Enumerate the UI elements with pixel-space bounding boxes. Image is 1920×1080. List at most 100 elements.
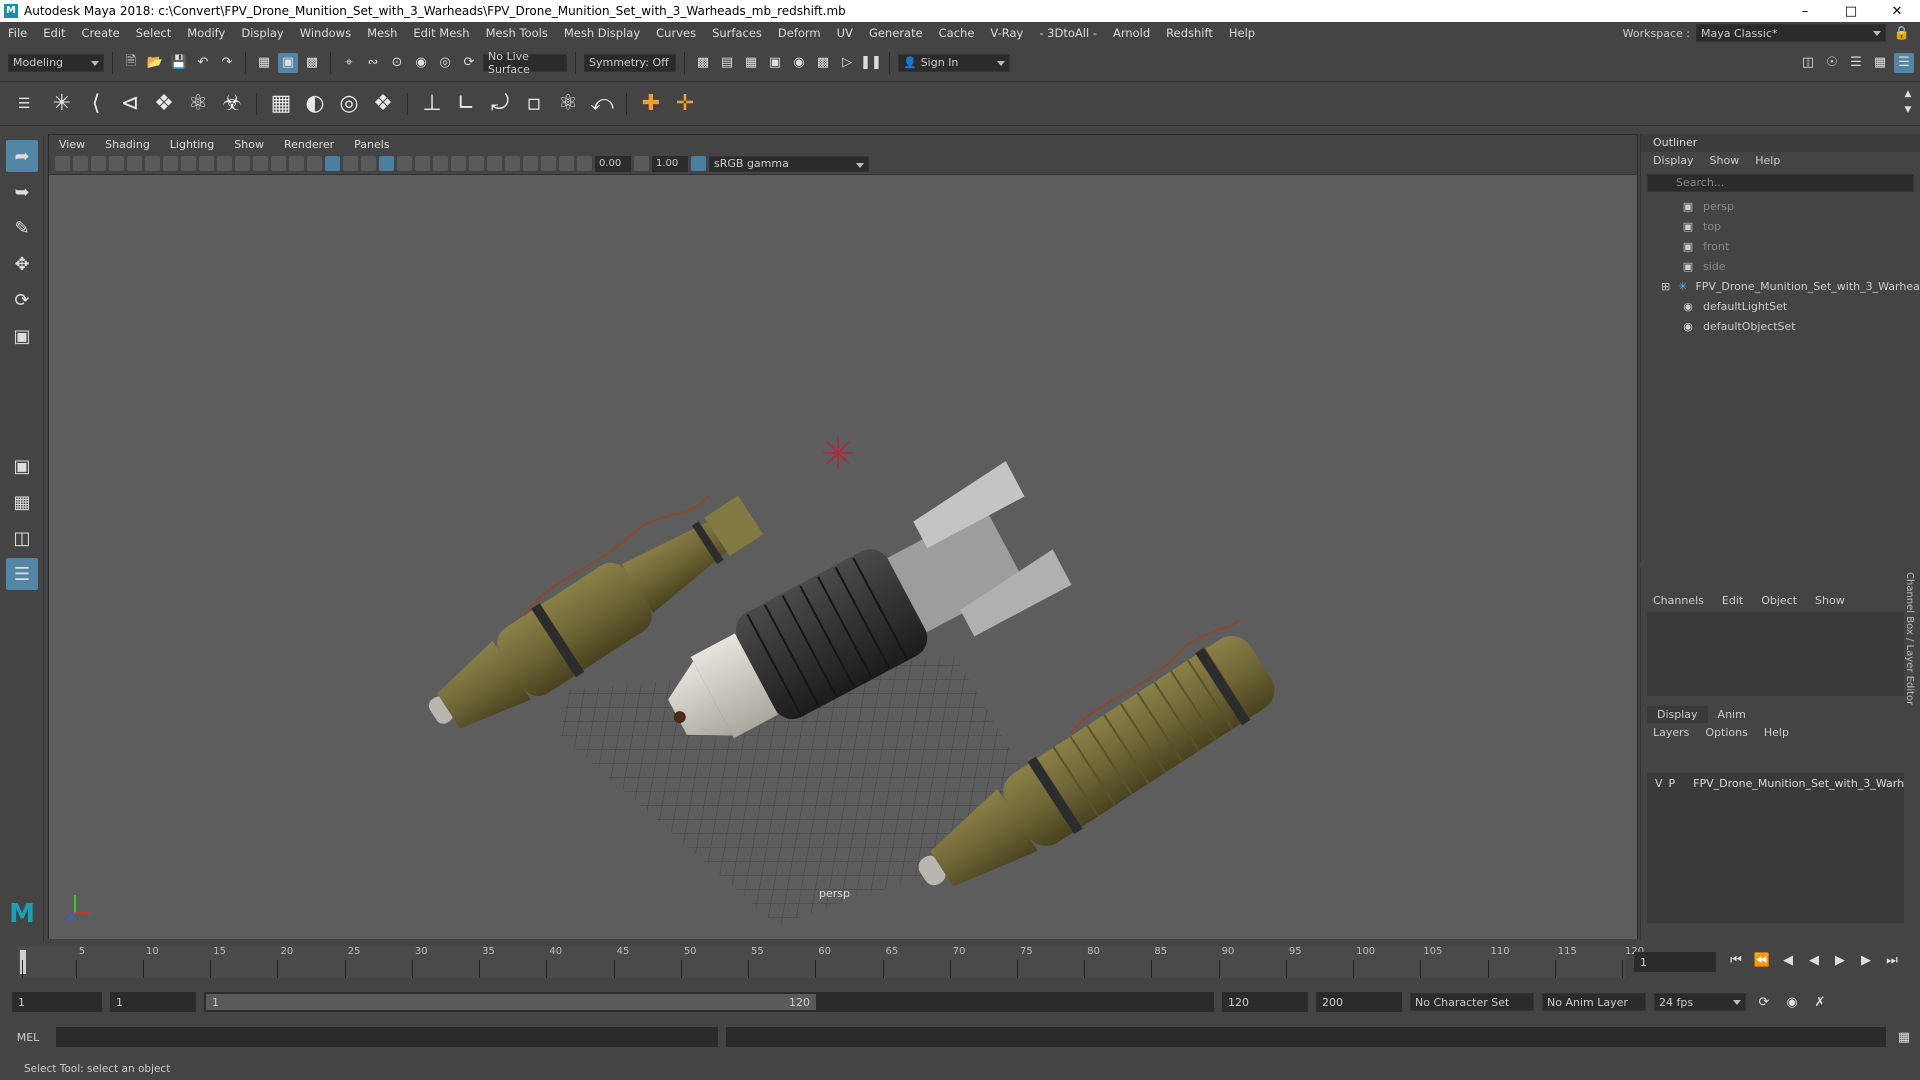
menu-redshift[interactable]: Redshift bbox=[1158, 26, 1221, 40]
color-management-icon[interactable] bbox=[691, 156, 706, 171]
exposure-icon[interactable] bbox=[577, 156, 592, 171]
undo-icon[interactable]: ↶ bbox=[193, 53, 213, 73]
locator-icon[interactable]: ✚ bbox=[637, 90, 665, 118]
menu-mesh-display[interactable]: Mesh Display bbox=[556, 26, 648, 40]
command-input[interactable] bbox=[56, 1027, 718, 1047]
outliner-menu-help[interactable]: Help bbox=[1755, 152, 1780, 170]
menu-cache[interactable]: Cache bbox=[931, 26, 983, 40]
menu-windows[interactable]: Windows bbox=[292, 26, 359, 40]
wireframe-on-shaded-icon[interactable] bbox=[361, 156, 376, 171]
vp-menu-view[interactable]: View bbox=[49, 138, 95, 151]
aim-constraint-icon[interactable]: ∟ bbox=[452, 90, 480, 118]
menu-curves[interactable]: Curves bbox=[648, 26, 704, 40]
menu-uv[interactable]: UV bbox=[829, 26, 861, 40]
layer-visibility-toggle[interactable]: V bbox=[1655, 777, 1663, 790]
human-ik-icon[interactable]: ☣ bbox=[218, 90, 246, 118]
anim-layer-dropdown[interactable]: No Anim Layer bbox=[1542, 993, 1646, 1011]
menu-help[interactable]: Help bbox=[1221, 26, 1263, 40]
bookmark-icon[interactable] bbox=[109, 156, 124, 171]
ipr-render-icon[interactable]: ▦ bbox=[741, 53, 761, 73]
symmetry-dropdown[interactable]: Symmetry: Off bbox=[584, 53, 676, 72]
safe-title-icon[interactable] bbox=[289, 156, 304, 171]
vp-menu-panels[interactable]: Panels bbox=[344, 138, 399, 151]
outliner-menu-display[interactable]: Display bbox=[1653, 152, 1694, 170]
select-hierarchy-icon[interactable]: ▦ bbox=[254, 53, 274, 73]
step-back-frame-icon[interactable]: ◀ bbox=[1778, 950, 1798, 970]
tool-settings-icon[interactable]: ▦ bbox=[1870, 53, 1890, 73]
outliner-layout-icon[interactable]: ☰ bbox=[6, 558, 38, 590]
xray-joints-icon[interactable] bbox=[559, 156, 574, 171]
xray-icon[interactable] bbox=[523, 156, 538, 171]
ik-handle-icon[interactable]: ⟨ bbox=[82, 90, 110, 118]
grease-pencil-icon[interactable] bbox=[163, 156, 178, 171]
channel-menu-object[interactable]: Object bbox=[1761, 590, 1797, 612]
range-slider[interactable]: 1 120 bbox=[204, 992, 1214, 1012]
menu-arnold[interactable]: Arnold bbox=[1105, 26, 1158, 40]
camera-attributes-icon[interactable] bbox=[91, 156, 106, 171]
tab-display[interactable]: Display bbox=[1647, 706, 1708, 723]
script-editor-icon[interactable]: ▦ bbox=[1894, 1027, 1914, 1047]
select-object-icon[interactable]: ▣ bbox=[278, 52, 298, 73]
menu-create[interactable]: Create bbox=[74, 26, 128, 40]
workspace-dropdown[interactable]: Maya Classic* bbox=[1696, 24, 1886, 42]
time-slider-track[interactable]: 5 10 15 20 25 30 35 40 45 50 55 60 65 70 75 80 85 90 95 100… bbox=[18, 946, 1644, 978]
anti-aliasing-icon[interactable] bbox=[469, 156, 484, 171]
channel-menu-channels[interactable]: Channels bbox=[1653, 590, 1704, 612]
vp-menu-lighting[interactable]: Lighting bbox=[160, 138, 224, 151]
menu-edit[interactable]: Edit bbox=[35, 26, 73, 40]
ik-spline-icon[interactable]: ⊲ bbox=[116, 90, 144, 118]
live-surface-dropdown[interactable]: No Live Surface bbox=[483, 50, 567, 76]
smooth-shade-icon[interactable] bbox=[325, 156, 340, 171]
paint-select-tool-icon[interactable]: ✎ bbox=[6, 212, 38, 244]
new-scene-icon[interactable]: 🗎 bbox=[121, 53, 141, 73]
layer-playback-toggle[interactable]: P bbox=[1669, 777, 1676, 790]
select-tool-icon[interactable]: ➦ bbox=[6, 140, 38, 172]
render-frame-icon[interactable]: ▤ bbox=[717, 53, 737, 73]
display-layer-row[interactable]: V P FPV_Drone_Munition_Set_with_3_Warhea… bbox=[1647, 773, 1914, 793]
go-to-start-icon[interactable]: ⏮ bbox=[1726, 950, 1746, 970]
outliner-menu-show[interactable]: Show bbox=[1710, 152, 1740, 170]
move-tool-icon[interactable]: ✥ bbox=[6, 248, 38, 280]
redo-icon[interactable]: ↷ bbox=[217, 53, 237, 73]
channel-menu-show[interactable]: Show bbox=[1815, 590, 1845, 612]
vp-menu-shading[interactable]: Shading bbox=[95, 138, 160, 151]
auto-key-icon[interactable]: ◉ bbox=[1782, 992, 1802, 1012]
select-component-icon[interactable]: ▩ bbox=[302, 53, 322, 73]
joint-tool-icon[interactable]: ✳ bbox=[48, 90, 76, 118]
shelf-scroll-down-icon[interactable]: ▼ bbox=[1902, 104, 1914, 116]
use-all-lights-icon[interactable] bbox=[397, 156, 412, 171]
outliner-item[interactable]: ▣ side bbox=[1641, 256, 1920, 276]
step-back-key-icon[interactable]: ⏪ bbox=[1752, 950, 1772, 970]
outliner-item[interactable]: ⊞ ✳ FPV_Drone_Munition_Set_with_3_Warheads bbox=[1641, 276, 1920, 296]
isolate-select-icon[interactable] bbox=[505, 156, 520, 171]
xray-active-icon[interactable] bbox=[541, 156, 556, 171]
cluster-icon[interactable]: ◐ bbox=[301, 90, 329, 118]
menu-edit-mesh[interactable]: Edit Mesh bbox=[405, 26, 477, 40]
menu-deform[interactable]: Deform bbox=[770, 26, 829, 40]
menu-set-dropdown[interactable]: Modeling bbox=[8, 53, 104, 72]
outliner-item[interactable]: ▣ persp bbox=[1641, 196, 1920, 216]
channel-box-icon[interactable]: ☰ bbox=[1894, 52, 1914, 73]
point-constraint-icon[interactable]: ⤺ bbox=[588, 90, 616, 118]
bind-skin-icon[interactable]: ❖ bbox=[150, 90, 178, 118]
pole-vector-icon[interactable]: ⤾ bbox=[486, 90, 514, 118]
channel-menu-edit[interactable]: Edit bbox=[1722, 590, 1743, 612]
grid-icon[interactable] bbox=[181, 156, 196, 171]
parent-constraint-icon[interactable]: ⚛ bbox=[554, 90, 582, 118]
camera-select-icon[interactable] bbox=[55, 156, 70, 171]
animation-end-field[interactable]: 200 bbox=[1316, 992, 1402, 1012]
scale-tool-icon[interactable]: ▣ bbox=[6, 320, 38, 352]
hypershade-icon[interactable]: ◉ bbox=[789, 53, 809, 73]
quick-rig-icon[interactable]: ⚛ bbox=[184, 90, 212, 118]
default-material-icon[interactable] bbox=[343, 156, 358, 171]
save-scene-icon[interactable]: 💾 bbox=[169, 53, 189, 73]
layer-menu-layers[interactable]: Layers bbox=[1653, 723, 1689, 743]
snap-grid-icon[interactable]: ⌖ bbox=[339, 53, 359, 73]
pause-icon[interactable]: ❚❚ bbox=[860, 53, 882, 73]
attribute-editor-icon[interactable]: ☰ bbox=[1846, 53, 1866, 73]
menu-vray[interactable]: V-Ray bbox=[982, 26, 1031, 40]
viewport-3d-canvas[interactable]: persp bbox=[49, 175, 1637, 939]
vp-menu-renderer[interactable]: Renderer bbox=[274, 138, 344, 151]
safe-action-icon[interactable] bbox=[271, 156, 286, 171]
menu-surfaces[interactable]: Surfaces bbox=[704, 26, 770, 40]
